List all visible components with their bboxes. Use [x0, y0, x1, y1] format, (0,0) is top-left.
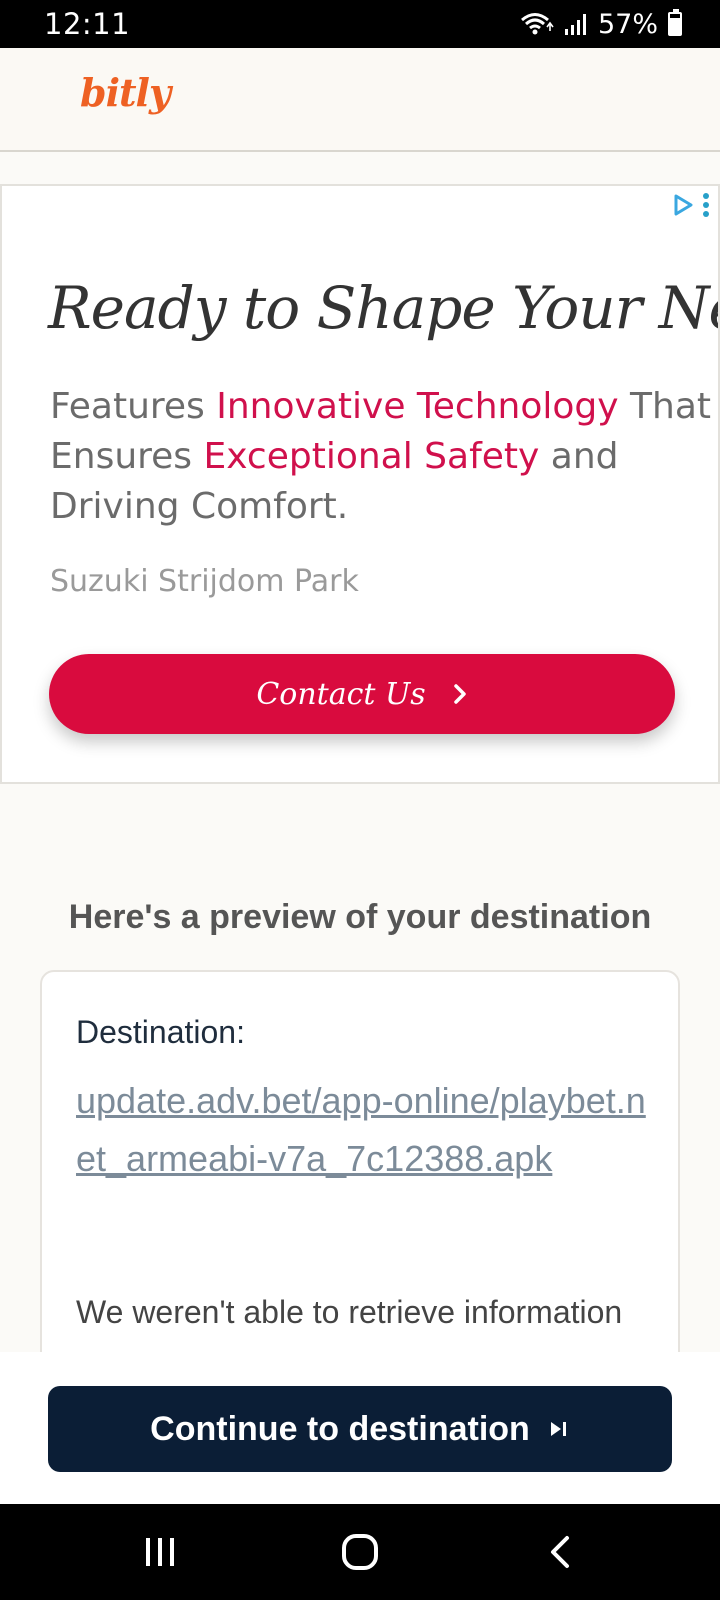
battery-percentage: 57% — [597, 8, 658, 40]
recent-apps-icon — [146, 1538, 174, 1566]
signal-icon — [564, 14, 586, 35]
ad-body-text-segment: Ensures — [50, 436, 204, 477]
status-time: 12:11 — [44, 7, 131, 41]
bitly-logo[interactable]: bitly — [80, 70, 171, 115]
ad-highlight-safety: Exceptional Safety — [203, 436, 540, 477]
recent-apps-button[interactable] — [120, 1512, 200, 1592]
ad-body-line-2: Ensures Exceptional Safety and — [50, 432, 718, 482]
continue-to-destination-button[interactable]: Continue to destination — [48, 1386, 672, 1472]
contact-us-button[interactable]: Contact Us — [49, 654, 675, 734]
status-icons: 57% — [520, 9, 682, 40]
more-options-icon[interactable] — [702, 192, 710, 218]
battery-icon — [668, 9, 682, 36]
ad-body-text: Features Innovative Technology That Ensu… — [50, 382, 718, 532]
wifi-icon — [521, 13, 554, 35]
ad-body-text-segment: and — [539, 436, 619, 477]
ad-highlight-technology: Innovative Technology — [216, 386, 619, 427]
ad-choices-icon[interactable] — [672, 194, 694, 216]
system-navigation-bar — [0, 1504, 720, 1600]
home-icon — [342, 1534, 378, 1570]
skip-next-icon — [550, 1422, 566, 1436]
preview-heading: Here's a preview of your destination — [68, 898, 652, 936]
destination-url-link[interactable]: update.adv.bet/app-online/playbet.net_ar… — [76, 1072, 646, 1188]
destination-label: Destination: — [76, 1014, 245, 1050]
status-bar: 12:11 57% — [0, 0, 720, 48]
ad-body-line-1: Features Innovative Technology That — [50, 382, 718, 432]
ad-headline: Ready to Shape Your New — [48, 274, 720, 342]
continue-button-label: Continue to destination — [150, 1409, 530, 1448]
site-header: bitly — [0, 48, 720, 152]
back-button[interactable] — [520, 1512, 600, 1592]
ad-body-text-segment: Features — [50, 386, 217, 427]
contact-us-label: Contact Us — [256, 676, 426, 712]
ad-body-line-3: Driving Comfort. — [50, 486, 349, 527]
home-button[interactable] — [320, 1512, 400, 1592]
ad-choices[interactable] — [672, 192, 710, 218]
bottom-action-bar: Continue to destination — [0, 1352, 720, 1504]
ad-advertiser-name: Suzuki Strijdom Park — [50, 564, 359, 599]
chevron-right-icon — [453, 684, 466, 704]
back-icon — [551, 1536, 569, 1568]
ad-banner[interactable]: Ready to Shape Your New Features Innovat… — [0, 184, 720, 784]
ad-body-text-segment: That — [618, 386, 711, 427]
